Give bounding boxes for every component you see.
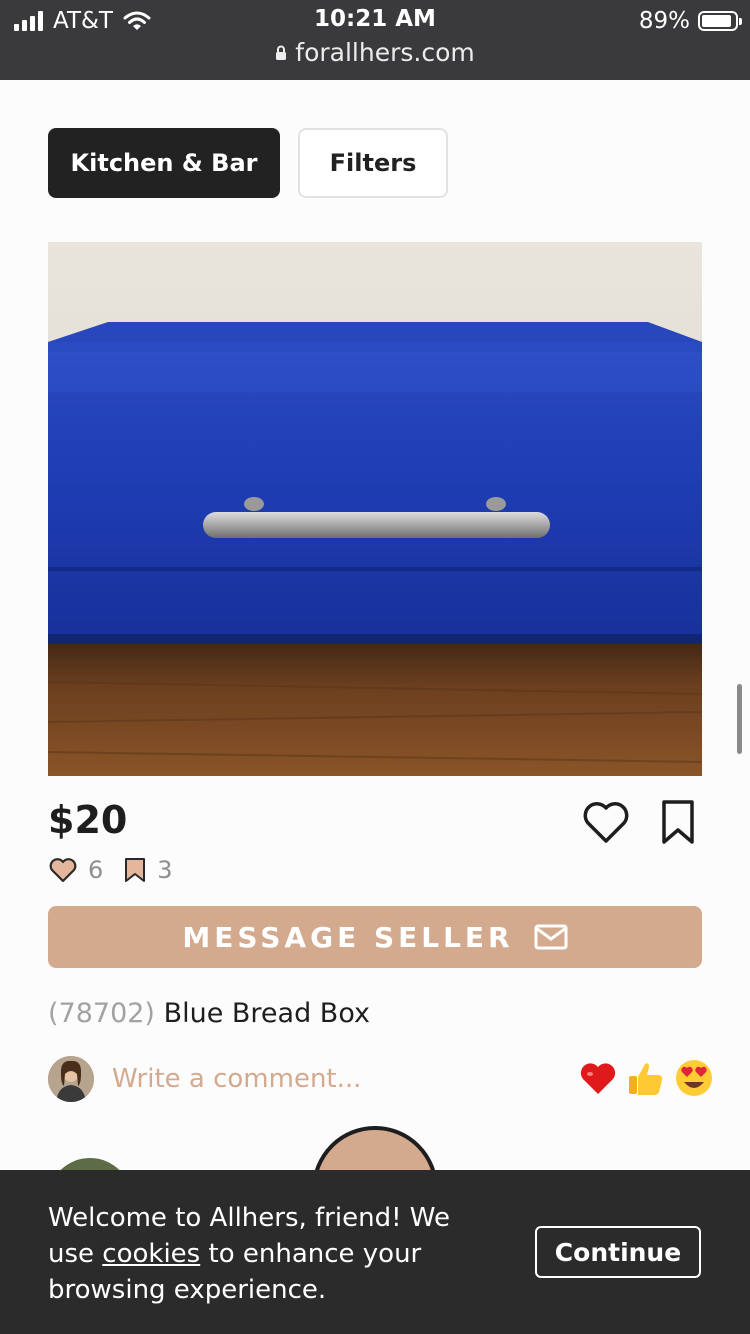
product-image[interactable] xyxy=(48,242,702,776)
url-text: forallhers.com xyxy=(295,38,475,67)
address-bar[interactable]: forallhers.com xyxy=(0,38,750,67)
message-seller-button[interactable]: MESSAGE SELLER xyxy=(48,906,702,968)
cookie-banner: Welcome to Allhers, friend! We use cooki… xyxy=(0,1170,750,1334)
bookmark-icon[interactable] xyxy=(656,798,700,846)
listing-zip: (78702) xyxy=(48,998,155,1029)
reaction-bar xyxy=(578,1058,714,1098)
bookmark-count-icon xyxy=(125,858,146,882)
clock: 10:21 AM xyxy=(314,6,436,32)
status-right: 89% xyxy=(638,6,742,36)
browser-top-bar: AT&T 10:21 AM 89% forallhers.com xyxy=(0,0,750,80)
continue-button[interactable]: Continue xyxy=(535,1226,701,1278)
comment-input[interactable]: Write a comment... xyxy=(112,1064,361,1094)
heart-eyes-reaction-icon[interactable] xyxy=(674,1058,714,1098)
bread-box-photo xyxy=(48,242,702,776)
filters-button[interactable]: Filters xyxy=(298,128,448,198)
category-button[interactable]: Kitchen & Bar xyxy=(48,128,280,198)
heart-reaction-icon[interactable] xyxy=(578,1058,618,1098)
cookie-message: Welcome to Allhers, friend! We use cooki… xyxy=(48,1200,498,1308)
listing-name: Blue Bread Box xyxy=(163,998,370,1029)
price: $20 xyxy=(48,798,128,842)
thumbs-up-reaction-icon[interactable] xyxy=(626,1058,666,1098)
heart-count-icon xyxy=(49,858,77,883)
battery-icon xyxy=(698,11,742,31)
cookies-link[interactable]: cookies xyxy=(102,1239,200,1269)
scrollbar[interactable] xyxy=(737,684,742,754)
like-heart-icon[interactable] xyxy=(580,796,632,848)
user-avatar[interactable] xyxy=(48,1056,94,1102)
save-count: 3 xyxy=(157,856,173,884)
like-count: 6 xyxy=(88,856,104,884)
envelope-icon xyxy=(534,924,568,950)
battery-percent: 89% xyxy=(638,8,690,34)
message-seller-label: MESSAGE SELLER xyxy=(182,920,514,954)
engagement-counts: 6 3 xyxy=(48,856,173,884)
listing-title: (78702) Blue Bread Box xyxy=(48,998,370,1029)
lock-icon xyxy=(276,45,287,60)
